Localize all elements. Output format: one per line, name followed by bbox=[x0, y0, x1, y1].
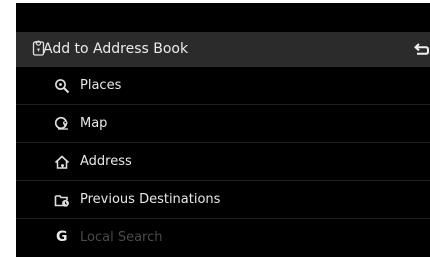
menu-item-places[interactable]: Places bbox=[16, 67, 430, 105]
google-g-icon: G bbox=[56, 229, 68, 245]
header-bar: Add to Address Book bbox=[16, 32, 430, 67]
menu-item-label: Local Search bbox=[80, 230, 163, 245]
menu-item-label: Map bbox=[80, 116, 108, 131]
search-places-icon bbox=[55, 79, 70, 94]
map-pin-icon bbox=[54, 116, 68, 130]
back-arrow-icon[interactable] bbox=[414, 41, 430, 57]
menu-item-address[interactable]: Address bbox=[16, 143, 430, 181]
menu-item-label: Places bbox=[80, 78, 122, 93]
menu-item-previous-destinations[interactable]: Previous Destinations bbox=[16, 181, 430, 219]
menu-item-label: Previous Destinations bbox=[80, 192, 221, 207]
folder-clock-icon bbox=[54, 195, 69, 207]
address-home-icon bbox=[54, 155, 70, 169]
page-title: Add to Address Book bbox=[43, 41, 189, 57]
nav-screen: Add to Address Book Places Map Address P… bbox=[16, 3, 430, 257]
menu-item-map[interactable]: Map bbox=[16, 105, 430, 143]
menu-item-local-search: G Local Search bbox=[16, 219, 430, 257]
menu-item-label: Address bbox=[80, 154, 132, 169]
